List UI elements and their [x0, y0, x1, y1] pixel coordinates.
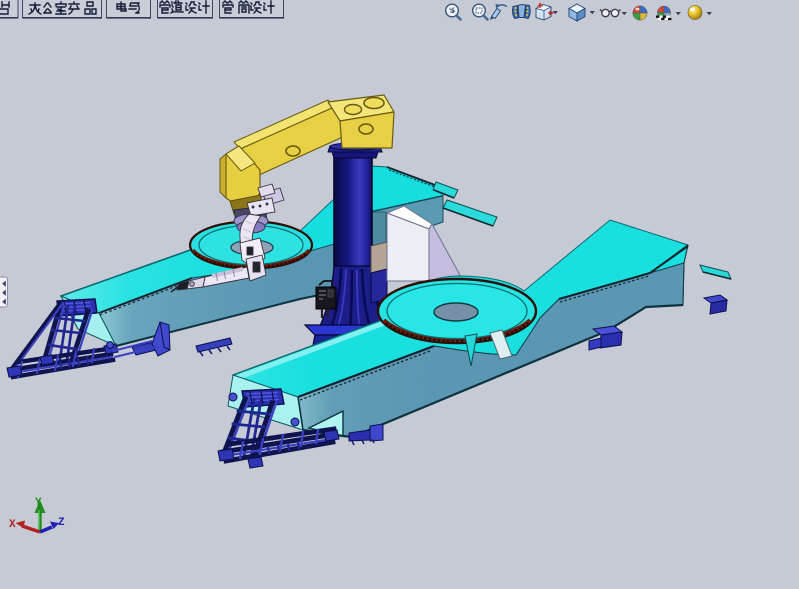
svg-text:Y: Y: [35, 497, 42, 509]
svg-text:X: X: [9, 519, 16, 531]
svg-text:Z: Z: [58, 517, 65, 529]
